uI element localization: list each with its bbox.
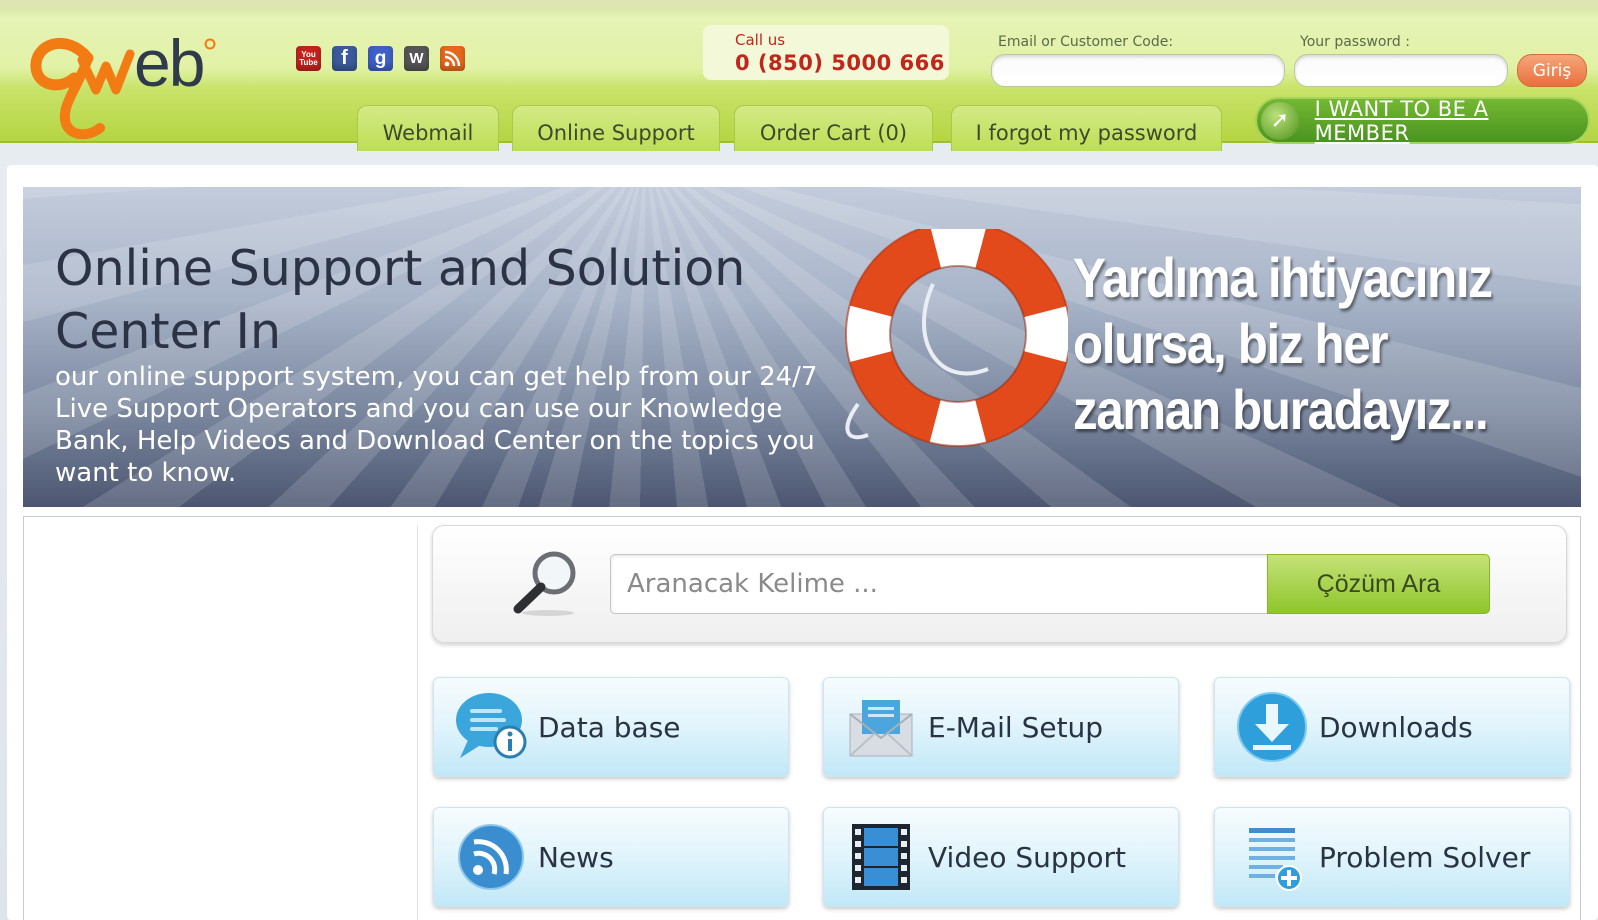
tab-forgot-password[interactable]: I forgot my password (951, 105, 1222, 151)
become-member-label: I WANT TO BE A MEMBER (1314, 96, 1489, 145)
search-input[interactable] (610, 554, 1268, 614)
youtube-icon[interactable]: You Tube (296, 46, 321, 71)
logo-wordmark: eb (134, 26, 205, 100)
support-banner: Online Support and Solution Center In ou… (23, 187, 1581, 507)
password-field[interactable] (1294, 54, 1508, 87)
card-video-support[interactable]: Video Support (823, 807, 1179, 907)
arrow-up-right-icon: ➚ (1261, 101, 1299, 140)
film-strip-icon (852, 824, 910, 890)
download-icon (1237, 692, 1307, 762)
login-button[interactable]: Giriş (1517, 54, 1587, 87)
call-us-box: Call us 0 (850) 5000 666 (703, 25, 949, 80)
card-problem-solver[interactable]: Problem Solver (1214, 807, 1570, 907)
card-label: News (538, 840, 614, 874)
call-us-label: Call us (735, 31, 786, 49)
tab-order-cart[interactable]: Order Cart (0) (734, 105, 933, 151)
lifebuoy-icon (845, 229, 1068, 447)
password-label: Your password : (1300, 34, 1410, 50)
social-links: You Tube f g W (296, 46, 465, 71)
site-header: eb You Tube f g W Call us 0 (850) 5000 6… (0, 0, 1598, 151)
rss-news-icon (458, 824, 524, 890)
become-member-button[interactable]: ➚ I WANT TO BE A MEMBER (1255, 96, 1590, 145)
card-label: Downloads (1319, 710, 1473, 744)
site-logo[interactable]: eb (26, 24, 226, 142)
email-field[interactable] (991, 54, 1285, 87)
wordpress-icon[interactable]: W (404, 46, 429, 71)
facebook-icon[interactable]: f (332, 46, 357, 71)
card-label: Video Support (928, 840, 1127, 874)
rss-icon[interactable] (440, 46, 465, 71)
database-info-icon (456, 693, 527, 759)
search-solution-button[interactable]: Çözüm Ara (1267, 554, 1490, 614)
email-label: Email or Customer Code: (998, 34, 1174, 50)
card-label: Data base (538, 710, 681, 744)
card-email-setup[interactable]: E-Mail Setup (823, 677, 1179, 777)
tab-online-support[interactable]: Online Support (512, 105, 720, 151)
card-news[interactable]: News (433, 807, 789, 907)
card-label: Problem Solver (1319, 840, 1531, 874)
card-label: E-Mail Setup (928, 710, 1104, 744)
card-database[interactable]: Data base (433, 677, 789, 777)
magnifier-icon (513, 551, 576, 616)
google-icon[interactable]: g (368, 46, 393, 71)
tab-webmail[interactable]: Webmail (357, 105, 499, 151)
banner-description: our online support system, you can get h… (55, 362, 818, 488)
card-downloads[interactable]: Downloads (1214, 677, 1570, 777)
phone-number[interactable]: 0 (850) 5000 666 (735, 49, 949, 77)
document-add-icon (1249, 828, 1302, 891)
email-envelope-icon (849, 700, 913, 757)
banner-title: Online Support and Solution Center In (55, 240, 746, 360)
banner-slogan: Yardıma ihtiyacınız olursa, biz her zama… (1073, 246, 1493, 441)
left-column-divider (417, 525, 418, 920)
